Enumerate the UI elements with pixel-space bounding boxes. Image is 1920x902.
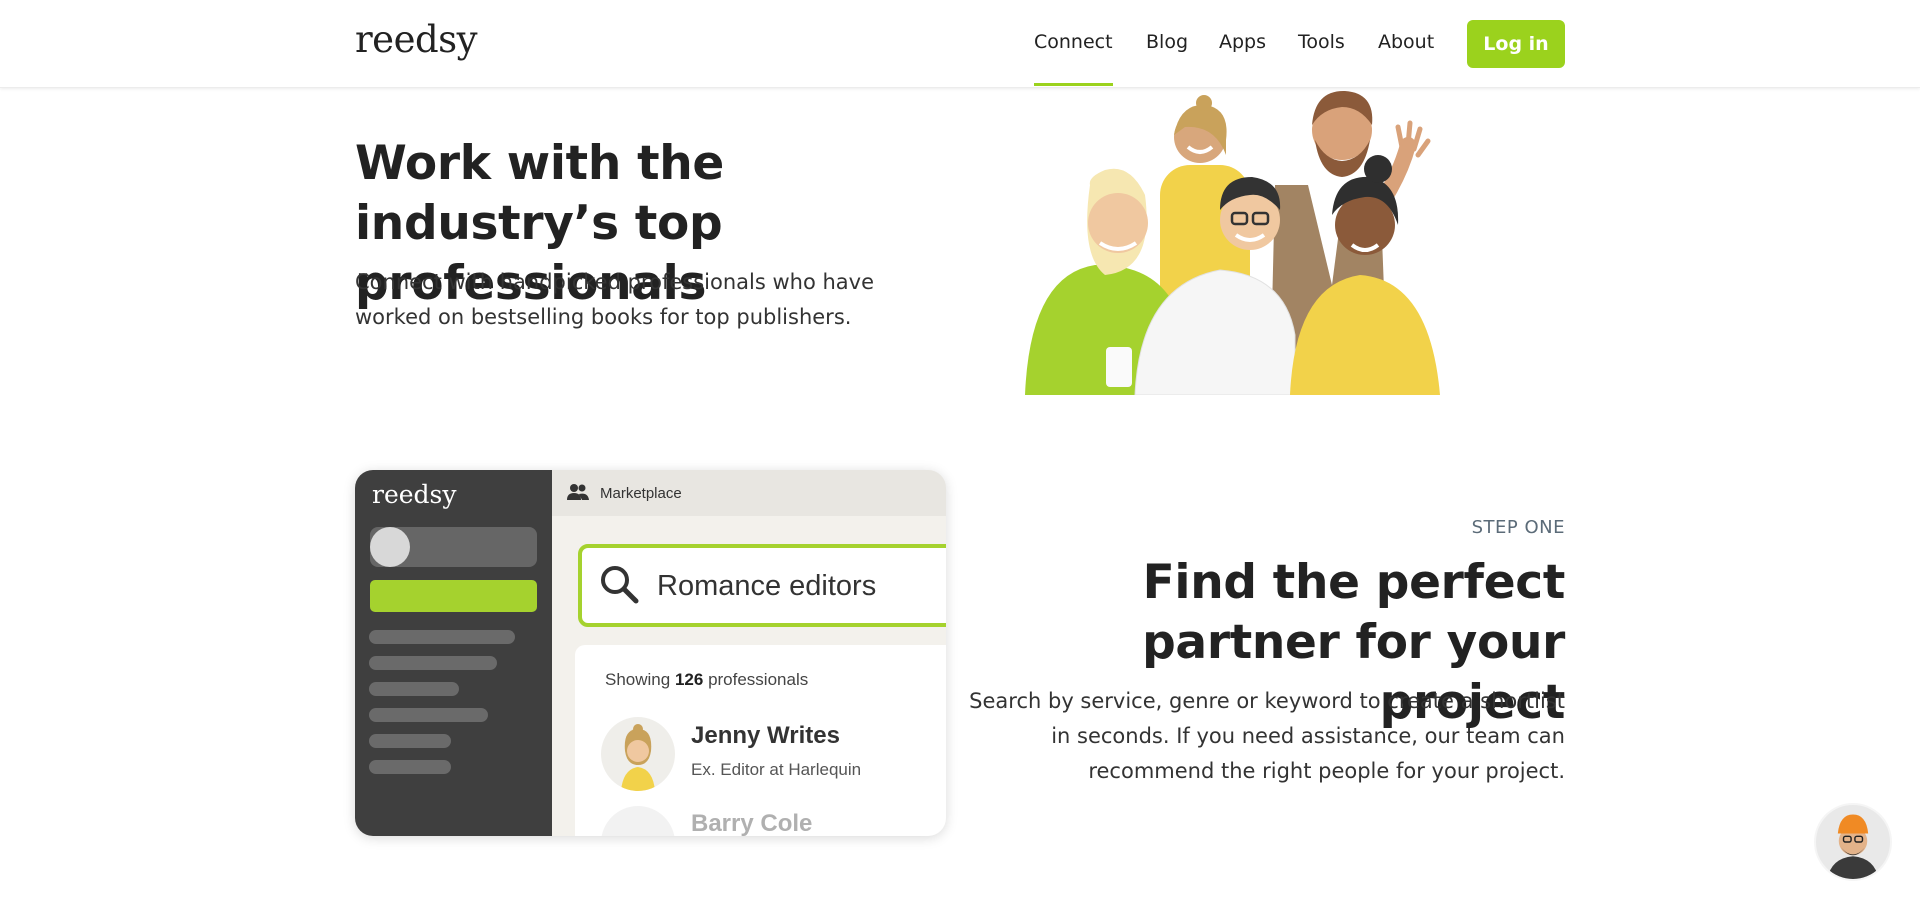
mockup-placeholder-line [369,656,497,670]
mockup-placeholder-line [369,760,451,774]
mockup-placeholder-line [369,682,459,696]
support-chat-avatar-button[interactable] [1814,803,1892,881]
result-name-jenny: Jenny Writes [691,722,840,749]
nav-blog[interactable]: Blog [1146,31,1188,53]
result-role-jenny: Ex. Editor at Harlequin [691,760,862,779]
mockup-placeholder-line [369,708,488,722]
results-number: 126 [674,670,704,689]
search-icon [601,566,639,604]
jenny-avatar [601,717,675,791]
nav-apps[interactable]: Apps [1219,31,1266,53]
mockup-placeholder-line [369,734,451,748]
step-description: Search by service, genre or keyword to c… [969,689,1565,783]
top-navigation-bar: reedsy Connect Blog Apps Tools About Log… [0,0,1920,88]
hero-subtitle: Connect with handpicked professionals wh… [355,270,874,329]
nav-about[interactable]: About [1378,31,1434,53]
reedsy-logo[interactable]: reedsy [355,18,478,61]
mockup-results-count: Showing 126 professionals [605,670,808,690]
mockup-logo: reedsy [372,480,457,509]
nav-tools[interactable]: Tools [1298,31,1345,53]
step-label: STEP ONE [1471,517,1565,538]
mockup-marketplace-tab: Marketplace [600,485,682,502]
nav-connect[interactable]: Connect [1034,31,1113,86]
mockup-green-bar [370,580,537,612]
mockup-placeholder-line [369,630,515,644]
result-name-barry: Barry Cole [691,810,813,836]
marketplace-mockup: reedsy Marketplace Romance editors Showi… [355,470,946,836]
professionals-illustration [1025,90,1440,395]
results-prefix: Showing [605,670,671,689]
mockup-toggle-knob [370,527,410,567]
mockup-search-text: Romance editors [657,570,877,602]
login-button[interactable]: Log in [1467,20,1565,68]
mockup-sidebar: reedsy [355,470,552,836]
people-icon [567,484,589,500]
results-suffix: professionals [708,670,809,689]
